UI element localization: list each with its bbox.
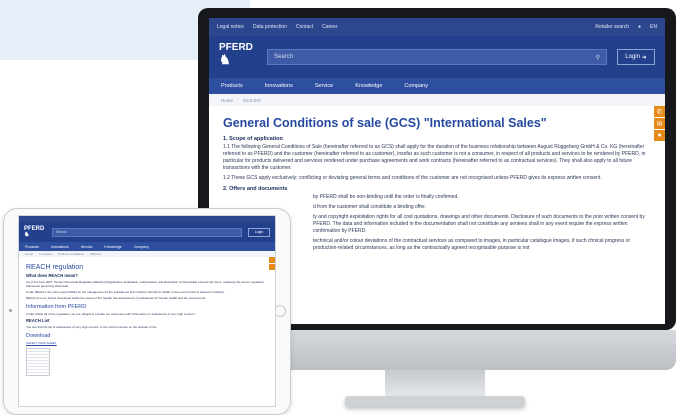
site-topbar: Legal notice Data protection Contact Car… xyxy=(209,18,665,36)
chat-icon[interactable]: ● xyxy=(654,130,665,141)
paragraph: As of 1st June 2007, the EU Chemicals Re… xyxy=(26,280,264,288)
breadcrumb: Home GCS INT xyxy=(209,94,665,106)
breadcrumb-compliance[interactable]: Product compliance xyxy=(58,252,84,256)
phone-icon[interactable]: ✆ xyxy=(654,106,665,117)
phone-icon[interactable] xyxy=(269,257,275,263)
nav-products[interactable]: Products xyxy=(25,245,39,249)
main-nav: Products Innovations Service Knowledge C… xyxy=(209,78,665,94)
breadcrumb-current: REACH xyxy=(90,252,101,256)
paragraph: Under Article 33 of the regulation, we a… xyxy=(26,312,196,316)
section-heading: 1. Scope of application xyxy=(223,136,283,142)
breadcrumb-company[interactable]: Company xyxy=(39,252,52,256)
paragraph: Under REACH, the main responsibility for… xyxy=(26,290,225,294)
section-heading: Information from PFERD xyxy=(26,304,87,310)
mail-icon[interactable] xyxy=(269,264,275,270)
search-icon[interactable]: ⚲ xyxy=(596,54,600,61)
page-content: REACH regulation What does REACH mean? A… xyxy=(19,257,275,379)
search-input[interactable]: Search ⚲ xyxy=(267,49,607,65)
topbar-link-legal[interactable]: Legal notice xyxy=(217,24,244,30)
login-button[interactable]: Login ➜ xyxy=(617,49,655,65)
camera-icon xyxy=(9,309,12,312)
search-input[interactable]: Search xyxy=(52,227,242,237)
paragraph: 1.2 These GCS apply exclusively; conflic… xyxy=(223,175,602,181)
horse-logo-icon: ♞ xyxy=(219,52,231,67)
imac-stand xyxy=(385,370,485,398)
mail-icon[interactable]: ✉ xyxy=(654,118,665,129)
nav-knowledge[interactable]: Knowledge xyxy=(355,83,382,89)
imac-stand-base xyxy=(345,396,525,406)
breadcrumb-current: GCS INT xyxy=(243,97,262,103)
pferd-logo[interactable]: PFERD ♞ xyxy=(24,226,46,238)
breadcrumb-home[interactable]: Home xyxy=(221,98,233,103)
breadcrumb-home[interactable]: Home xyxy=(25,252,33,256)
ipad-device: PFERD ♞ Search Login Products Innovations… xyxy=(3,208,291,415)
main-nav: Products Innovations Service Knowledge C… xyxy=(19,242,275,251)
paragraph: You can find the list of substances of v… xyxy=(26,325,157,329)
login-button[interactable]: Login xyxy=(248,227,270,237)
nav-innovations[interactable]: Innovations xyxy=(51,245,69,249)
document-thumbnail[interactable] xyxy=(26,348,50,376)
pferd-logo[interactable]: PFERD ♞ xyxy=(219,43,257,71)
site-header: PFERD ♞ Search ⚲ Login ➜ xyxy=(209,36,665,78)
horse-logo-icon: ♞ xyxy=(24,232,30,238)
language-select[interactable]: EN xyxy=(650,24,657,30)
ipad-screen: PFERD ♞ Search Login Products Innovations… xyxy=(18,215,276,407)
paragraph: 1.1 The following General Conditions of … xyxy=(223,144,646,171)
section-heading: 2. Offers and documents xyxy=(223,186,288,192)
user-icon[interactable]: ● xyxy=(638,24,641,30)
site-header: PFERD ♞ Search Login xyxy=(19,222,275,242)
nav-knowledge[interactable]: Knowledge xyxy=(104,245,121,249)
page-title: REACH regulation xyxy=(26,264,84,271)
topbar-link-contact[interactable]: Contact xyxy=(296,24,313,30)
nav-company[interactable]: Company xyxy=(134,245,149,249)
paragraph: REACH is to be further developed within … xyxy=(26,296,207,300)
topbar-link-career[interactable]: Career xyxy=(322,24,337,30)
topbar-link-privacy[interactable]: Data protection xyxy=(253,24,287,30)
nav-service[interactable]: Service xyxy=(81,245,93,249)
paragraph: d from the customer shall constitute a b… xyxy=(313,204,427,210)
section-heading: Download xyxy=(26,333,51,339)
nav-products[interactable]: Products xyxy=(221,83,243,89)
download-link[interactable]: SAFETY DATA SHEET xyxy=(26,341,268,345)
paragraph: by PFERD shall be non-binding until the … xyxy=(313,194,459,200)
nav-innovations[interactable]: Innovations xyxy=(265,83,293,89)
section-heading: What does REACH mean? xyxy=(26,273,78,278)
section-heading: REACH List xyxy=(26,318,50,323)
nav-company[interactable]: Company xyxy=(404,83,428,89)
nav-service[interactable]: Service xyxy=(315,83,333,89)
topbar-link-retailer[interactable]: Retailer search xyxy=(595,24,629,30)
page-title: General Conditions of sale (GCS) "Intern… xyxy=(223,116,547,130)
